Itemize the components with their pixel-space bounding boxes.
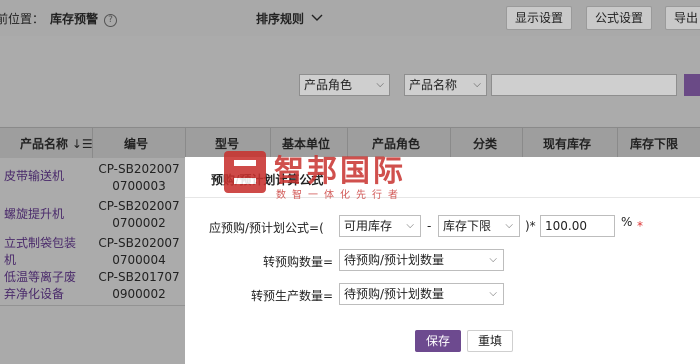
page-title: 库存预警: [50, 12, 99, 26]
product-name-link[interactable]: 皮带输送机: [4, 168, 92, 185]
chevron-down-icon: [311, 14, 323, 21]
export-button[interactable]: 导出: [665, 6, 700, 30]
help-icon[interactable]: ?: [104, 14, 118, 27]
watermark-logo-icon: [224, 151, 266, 193]
column-header-model: 型号: [215, 137, 240, 151]
breadcrumb: 前位置： 库存预警?: [0, 10, 118, 27]
chevron-down-icon: ⌵: [406, 220, 414, 231]
product-name-link[interactable]: 低温等离子废 弃净化设备: [4, 269, 92, 303]
column-divider: [185, 127, 186, 157]
chevron-down-icon: ⌵: [376, 79, 384, 90]
product-code: CP-SB202007 0700003: [98, 162, 180, 193]
sort-rule-label: 排序规则: [256, 12, 305, 26]
operand1-select[interactable]: 可用库存 ⌵: [339, 215, 421, 237]
purchase-select[interactable]: 待预购/预计划数量 ⌵: [339, 249, 504, 271]
production-select-value: 待预购/预计划数量: [344, 287, 445, 301]
product-name-select[interactable]: 产品名称 ⌵: [404, 74, 487, 96]
product-code: CP-SB201707 0900002: [98, 270, 180, 301]
operand2-select[interactable]: 库存下限 ⌵: [438, 215, 520, 237]
chevron-down-icon: ⌵: [489, 288, 497, 299]
product-name-link[interactable]: 立式制袋包装机: [4, 235, 92, 269]
multiply-sign: )*: [525, 219, 536, 233]
column-header-min-stock: 库存下限: [630, 137, 679, 151]
column-header-stock: 现有库存: [543, 137, 592, 151]
dialog-divider: [185, 197, 700, 198]
product-name-select-value: 产品名称: [409, 78, 458, 92]
column-header-name[interactable]: 产品名称 ↓☰: [20, 135, 93, 152]
search-input[interactable]: [491, 74, 677, 96]
chevron-down-icon: ⌵: [489, 254, 497, 265]
factor-input[interactable]: 100.00: [540, 215, 615, 237]
watermark-subtitle: 数智一体化先行者: [276, 190, 404, 201]
product-code: CP-SB202007 0700004: [98, 236, 180, 267]
chevron-down-icon: ⌵: [473, 79, 481, 90]
watermark-title: 智邦国际: [274, 154, 406, 189]
column-divider: [450, 127, 451, 157]
formula-settings-button[interactable]: 公式设置: [586, 6, 653, 30]
operand2-value: 库存下限: [443, 219, 492, 233]
column-divider: [270, 127, 271, 157]
column-divider: [522, 127, 523, 157]
production-label: 转预生产数量=: [250, 289, 333, 303]
percent-sign: %: [621, 215, 633, 229]
formula-label: 应预购/预计划公式=(: [209, 221, 324, 235]
product-code: CP-SB202007 0700002: [98, 199, 180, 230]
minus-sign: -: [427, 219, 432, 233]
column-header-code: 编号: [124, 137, 149, 151]
production-select[interactable]: 待预购/预计划数量 ⌵: [339, 283, 504, 305]
product-role-select-value: 产品角色: [304, 78, 353, 92]
breadcrumb-prefix: 前位置：: [0, 12, 45, 26]
chevron-down-icon: ⌵: [505, 220, 513, 231]
sort-rule-dropdown[interactable]: 排序规则: [256, 10, 323, 27]
sort-icon: ↓☰: [68, 137, 93, 151]
required-mark: *: [637, 219, 643, 233]
operand1-value: 可用库存: [344, 219, 393, 233]
purchase-select-value: 待预购/预计划数量: [344, 253, 445, 267]
column-divider: [617, 127, 618, 157]
purchase-label: 转预购数量=: [262, 255, 333, 269]
save-button[interactable]: 保存: [415, 330, 461, 352]
product-name-link[interactable]: 螺旋提升机: [4, 206, 92, 223]
column-header-category: 分类: [473, 137, 498, 151]
product-role-select[interactable]: 产品角色 ⌵: [299, 74, 390, 96]
search-button[interactable]: [684, 74, 700, 96]
display-settings-button[interactable]: 显示设置: [506, 6, 573, 30]
reset-button[interactable]: 重填: [467, 330, 513, 352]
